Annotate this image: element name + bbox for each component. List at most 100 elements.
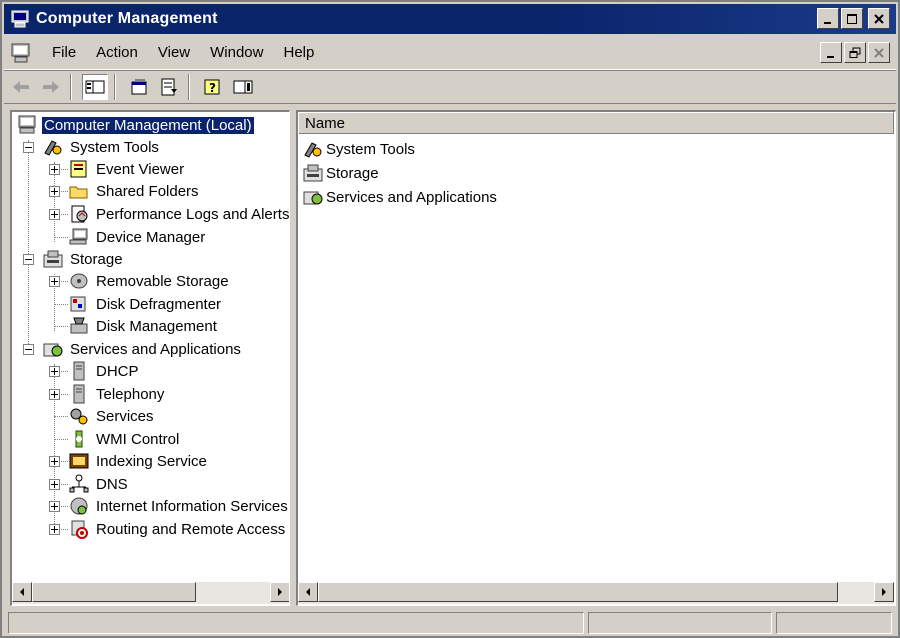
- tree-node-disk-defragmenter[interactable]: Disk Defragmenter: [68, 293, 223, 315]
- child-minimize-button[interactable]: [820, 42, 842, 63]
- expand-toggle[interactable]: [49, 456, 60, 467]
- close-button[interactable]: [868, 8, 890, 29]
- collapse-toggle[interactable]: [23, 142, 34, 153]
- tree-node-services[interactable]: Services: [68, 405, 156, 427]
- close-icon: [874, 47, 884, 58]
- minimize-icon: [824, 21, 831, 24]
- menu-action[interactable]: Action: [86, 44, 148, 61]
- minus-icon: [25, 259, 32, 260]
- tree-node-wmi-control[interactable]: WMI Control: [68, 428, 181, 450]
- menu-window[interactable]: Window: [200, 44, 273, 61]
- removable-storage-icon: [70, 273, 88, 289]
- tree-label: DNS: [96, 475, 128, 493]
- tree-node-dhcp[interactable]: DHCP: [68, 360, 141, 382]
- plus-icon: [51, 188, 58, 195]
- help-button[interactable]: ?: [200, 74, 226, 100]
- tree-connector: [54, 439, 68, 440]
- tree-node-routing-remote-access[interactable]: Routing and Remote Access: [68, 518, 287, 540]
- status-panel-main: [8, 612, 584, 634]
- tree-connector: [54, 304, 68, 305]
- show-hide-action-pane-button[interactable]: [230, 74, 256, 100]
- plus-icon: [51, 458, 58, 465]
- expand-toggle[interactable]: [49, 209, 60, 220]
- scroll-track[interactable]: [196, 582, 270, 604]
- list-item[interactable]: Services and Applications: [302, 185, 497, 209]
- menu-file[interactable]: File: [42, 44, 86, 61]
- status-panel-tertiary: [776, 612, 892, 634]
- console-tree: Computer Management (Local) System Tools…: [12, 112, 289, 582]
- maximize-button[interactable]: [841, 8, 863, 29]
- tree-label: Telephony: [96, 385, 165, 403]
- child-close-button[interactable]: [868, 42, 890, 63]
- title-bar[interactable]: Computer Management: [4, 4, 896, 34]
- svg-text:?: ?: [209, 81, 216, 95]
- scroll-left-button[interactable]: [12, 582, 32, 602]
- tree-node-device-manager[interactable]: Device Manager: [68, 226, 207, 248]
- show-hide-tree-button[interactable]: [82, 74, 108, 100]
- tree-horizontal-scrollbar[interactable]: [12, 582, 289, 604]
- tree-node-indexing-service[interactable]: Indexing Service: [68, 450, 209, 472]
- scroll-thumb[interactable]: [32, 582, 196, 602]
- collapse-toggle[interactable]: [23, 344, 34, 355]
- disk-defragmenter-icon: [70, 296, 86, 312]
- tree-node-services-and-applications[interactable]: Services and Applications: [42, 338, 243, 360]
- collapse-toggle[interactable]: [23, 254, 34, 265]
- expand-toggle[interactable]: [49, 501, 60, 512]
- scroll-thumb[interactable]: [318, 582, 838, 602]
- expand-toggle[interactable]: [49, 366, 60, 377]
- tree-node-removable-storage[interactable]: Removable Storage: [68, 270, 231, 292]
- tree-node-root[interactable]: Computer Management (Local): [16, 114, 254, 136]
- disk-management-icon: [70, 317, 88, 334]
- expand-toggle[interactable]: [49, 164, 60, 175]
- expand-toggle[interactable]: [49, 276, 60, 287]
- tree-label: Services and Applications: [70, 340, 241, 358]
- scroll-track[interactable]: [838, 582, 874, 604]
- forward-button[interactable]: [38, 74, 64, 100]
- tree-node-storage[interactable]: Storage: [42, 248, 125, 270]
- expand-toggle[interactable]: [49, 524, 60, 535]
- export-list-button[interactable]: [156, 74, 182, 100]
- tree-node-disk-management[interactable]: Disk Management: [68, 315, 219, 337]
- expand-toggle[interactable]: [49, 186, 60, 197]
- iis-icon: [70, 497, 88, 515]
- arrow-right-icon: [278, 588, 282, 596]
- scroll-left-button[interactable]: [298, 582, 318, 602]
- menu-help[interactable]: Help: [273, 44, 324, 61]
- scroll-right-button[interactable]: [270, 582, 289, 602]
- tree-connector: [54, 237, 68, 238]
- tree-node-performance-logs[interactable]: Performance Logs and Alerts: [68, 203, 289, 225]
- dns-icon: [69, 474, 89, 493]
- tree-connector: [28, 140, 29, 350]
- back-button[interactable]: [8, 74, 34, 100]
- tree-connector: [54, 326, 68, 327]
- list-header: Name: [298, 112, 894, 134]
- computer-management-icon: [18, 115, 36, 134]
- console-icon[interactable]: [10, 43, 32, 63]
- toolbar-separator: [188, 74, 190, 100]
- expand-toggle[interactable]: [49, 389, 60, 400]
- tree-label: Device Manager: [96, 228, 206, 246]
- list-horizontal-scrollbar[interactable]: [298, 582, 894, 604]
- performance-logs-icon: [71, 205, 88, 223]
- list-item-label: Storage: [326, 164, 379, 182]
- tree-node-iis[interactable]: Internet Information Services: [68, 495, 289, 517]
- indexing-service-icon: [69, 453, 89, 469]
- tree-node-telephony[interactable]: Telephony: [68, 383, 166, 405]
- minus-icon: [25, 349, 32, 350]
- expand-toggle[interactable]: [49, 479, 60, 490]
- list-item[interactable]: System Tools: [302, 137, 415, 161]
- tree-label: System Tools: [70, 138, 159, 156]
- menu-view[interactable]: View: [148, 44, 200, 61]
- forward-icon: [43, 81, 59, 93]
- scroll-right-button[interactable]: [874, 582, 894, 602]
- column-header-name[interactable]: Name: [298, 112, 894, 134]
- minimize-button[interactable]: [817, 8, 839, 29]
- list-item[interactable]: Storage: [302, 161, 379, 185]
- tree-node-event-viewer[interactable]: Event Viewer: [68, 158, 186, 180]
- tree-node-dns[interactable]: DNS: [68, 473, 130, 495]
- tree-node-system-tools[interactable]: System Tools: [42, 136, 161, 158]
- properties-button[interactable]: [126, 74, 152, 100]
- help-icon: ?: [204, 79, 220, 95]
- child-restore-button[interactable]: [844, 42, 866, 63]
- tree-node-shared-folders[interactable]: Shared Folders: [68, 180, 201, 202]
